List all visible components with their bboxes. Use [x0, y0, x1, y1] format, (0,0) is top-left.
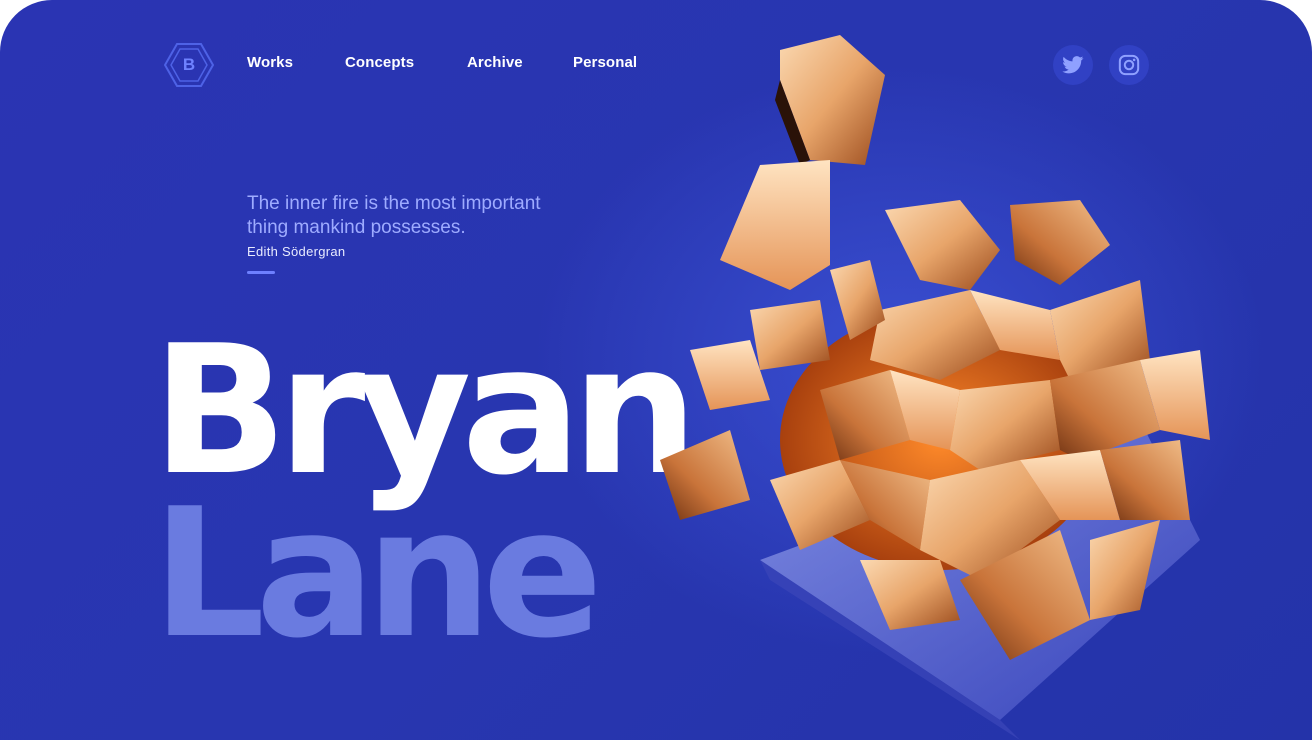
logo-letter: B	[182, 55, 196, 74]
hero-first-name: Bryan	[152, 307, 698, 514]
hero-page: B Works Concepts Archive Personal The in…	[0, 0, 1312, 740]
brand-logo[interactable]: B	[163, 42, 215, 88]
nav-link-concepts[interactable]: Concepts	[345, 54, 414, 71]
nav-link-archive[interactable]: Archive	[467, 54, 523, 71]
nav-link-personal[interactable]: Personal	[573, 54, 637, 71]
nav-link-works[interactable]: Works	[247, 54, 293, 71]
copper-cube-artwork	[660, 35, 1210, 740]
quote-author: Edith Södergran	[247, 244, 346, 259]
author-underline	[247, 271, 275, 274]
hero-quote: The inner fire is the most important thi…	[247, 193, 541, 238]
